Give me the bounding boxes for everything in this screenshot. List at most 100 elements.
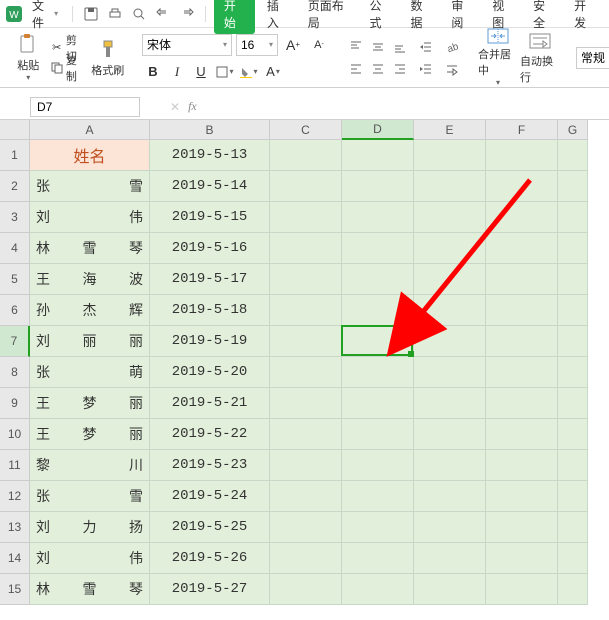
merge-button[interactable]: 合并居中▾ (478, 31, 518, 85)
select-all-corner[interactable] (0, 120, 30, 140)
copy-button[interactable]: 复制 (48, 59, 87, 77)
cell-A7[interactable]: 刘丽丽 (30, 326, 150, 357)
row-header-9[interactable]: 9 (0, 388, 30, 419)
fx-icon[interactable]: fx (188, 99, 197, 114)
cell-A11[interactable]: 黎川 (30, 450, 150, 481)
orientation-icon[interactable]: ab (442, 37, 462, 57)
cell-A13[interactable]: 刘力扬 (30, 512, 150, 543)
col-header-F[interactable]: F (486, 120, 558, 140)
align-bottom-icon[interactable] (390, 37, 410, 57)
cell-A1[interactable]: 姓名 (30, 140, 150, 171)
cell-G8[interactable] (558, 357, 588, 388)
cell-B6[interactable]: 2019-5-18 (150, 295, 270, 326)
tab-security[interactable]: 安全 (525, 0, 562, 34)
increase-font-icon[interactable]: A+ (282, 35, 304, 55)
cell-C8[interactable] (270, 357, 342, 388)
cell-C13[interactable] (270, 512, 342, 543)
cell-G10[interactable] (558, 419, 588, 450)
row-header-14[interactable]: 14 (0, 543, 30, 574)
cell-D15[interactable] (342, 574, 414, 605)
row-header-11[interactable]: 11 (0, 450, 30, 481)
cell-G3[interactable] (558, 202, 588, 233)
decrease-indent-icon[interactable] (416, 37, 436, 57)
cell-B9[interactable]: 2019-5-21 (150, 388, 270, 419)
paste-button[interactable]: 粘贴▾ (10, 31, 46, 85)
cell-C6[interactable] (270, 295, 342, 326)
cell-D10[interactable] (342, 419, 414, 450)
preview-icon[interactable] (132, 6, 146, 22)
cell-E8[interactable] (414, 357, 486, 388)
underline-button[interactable]: U (190, 62, 212, 82)
cell-F2[interactable] (486, 171, 558, 202)
cell-B3[interactable]: 2019-5-15 (150, 202, 270, 233)
cell-G12[interactable] (558, 481, 588, 512)
cell-D7[interactable] (342, 326, 414, 357)
cell-E7[interactable] (414, 326, 486, 357)
cell-G5[interactable] (558, 264, 588, 295)
cell-D12[interactable] (342, 481, 414, 512)
col-header-E[interactable]: E (414, 120, 486, 140)
row-header-6[interactable]: 6 (0, 295, 30, 326)
cell-F11[interactable] (486, 450, 558, 481)
increase-indent-icon[interactable] (416, 59, 436, 79)
align-center-icon[interactable] (368, 59, 388, 79)
cell-B14[interactable]: 2019-5-26 (150, 543, 270, 574)
col-header-A[interactable]: A (30, 120, 150, 140)
cell-B2[interactable]: 2019-5-14 (150, 171, 270, 202)
cell-E4[interactable] (414, 233, 486, 264)
cell-D3[interactable] (342, 202, 414, 233)
row-header-2[interactable]: 2 (0, 171, 30, 202)
font-name-select[interactable]: 宋体▾ (142, 34, 232, 56)
cell-E6[interactable] (414, 295, 486, 326)
cell-A3[interactable]: 刘伟 (30, 202, 150, 233)
cell-B4[interactable]: 2019-5-16 (150, 233, 270, 264)
cell-C5[interactable] (270, 264, 342, 295)
decrease-font-icon[interactable]: A- (308, 35, 330, 55)
cell-G15[interactable] (558, 574, 588, 605)
cell-B8[interactable]: 2019-5-20 (150, 357, 270, 388)
align-top-icon[interactable] (346, 37, 366, 57)
number-format-select[interactable]: 常规 (576, 47, 609, 69)
row-header-7[interactable]: 7 (0, 326, 30, 357)
cell-C11[interactable] (270, 450, 342, 481)
fontcolor-button[interactable]: A (262, 62, 284, 82)
tab-insert[interactable]: 插入 (259, 0, 296, 34)
undo-icon[interactable] (156, 6, 170, 22)
fx-cancel-icon[interactable]: ✕ (170, 100, 180, 114)
cell-A5[interactable]: 王海波 (30, 264, 150, 295)
cell-F13[interactable] (486, 512, 558, 543)
cell-D8[interactable] (342, 357, 414, 388)
cell-F14[interactable] (486, 543, 558, 574)
cell-C10[interactable] (270, 419, 342, 450)
col-header-G[interactable]: G (558, 120, 588, 140)
cell-A15[interactable]: 林雪琴 (30, 574, 150, 605)
tab-dev[interactable]: 开发 (566, 0, 603, 34)
cell-A4[interactable]: 林雪琴 (30, 233, 150, 264)
cell-E2[interactable] (414, 171, 486, 202)
cell-B10[interactable]: 2019-5-22 (150, 419, 270, 450)
row-header-15[interactable]: 15 (0, 574, 30, 605)
italic-button[interactable]: I (166, 62, 188, 82)
tab-review[interactable]: 审阅 (443, 0, 480, 34)
cell-E3[interactable] (414, 202, 486, 233)
cell-E14[interactable] (414, 543, 486, 574)
tab-formula[interactable]: 公式 (362, 0, 399, 34)
cell-A6[interactable]: 孙杰辉 (30, 295, 150, 326)
cell-E10[interactable] (414, 419, 486, 450)
cell-F15[interactable] (486, 574, 558, 605)
cell-C7[interactable] (270, 326, 342, 357)
cell-D6[interactable]: 2 (342, 295, 414, 326)
tab-data[interactable]: 数据 (402, 0, 439, 34)
align-left-icon[interactable] (346, 59, 366, 79)
cell-A9[interactable]: 王梦丽 (30, 388, 150, 419)
cell-G11[interactable] (558, 450, 588, 481)
cell-D4[interactable] (342, 233, 414, 264)
menu-file[interactable]: 文件 ▾ (26, 0, 64, 33)
cell-F3[interactable] (486, 202, 558, 233)
cell-B7[interactable]: 2019-5-19 (150, 326, 270, 357)
bold-button[interactable]: B (142, 62, 164, 82)
cell-A10[interactable]: 王梦丽 (30, 419, 150, 450)
cell-D11[interactable] (342, 450, 414, 481)
cell-G1[interactable] (558, 140, 588, 171)
cell-D14[interactable] (342, 543, 414, 574)
